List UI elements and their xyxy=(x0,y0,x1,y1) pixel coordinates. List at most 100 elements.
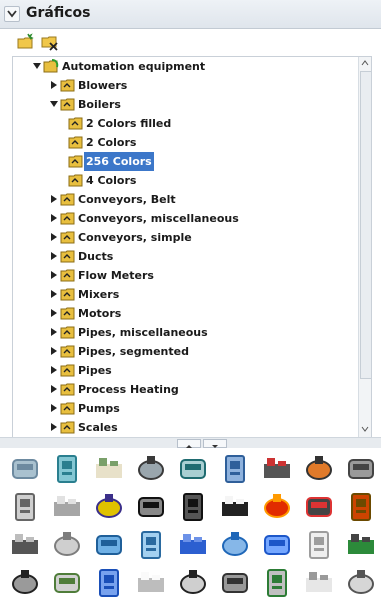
delete-folder-icon xyxy=(41,36,58,51)
heater-black-icon[interactable] xyxy=(176,490,210,524)
graphics-tree[interactable]: Automation equipment Blowers Boilers 2 Col… xyxy=(12,56,372,438)
boiler-gray-icon[interactable] xyxy=(8,452,42,486)
folder-library-icon xyxy=(60,288,75,301)
collapsed-arrow-icon[interactable] xyxy=(50,233,58,241)
chevron-down-icon[interactable] xyxy=(4,6,20,22)
folder-library-icon xyxy=(60,193,75,206)
tree-scrollbar[interactable] xyxy=(358,57,371,437)
collapsed-arrow-icon[interactable] xyxy=(50,195,58,203)
tank-blue-2-icon[interactable] xyxy=(92,528,126,562)
folder-library-icon xyxy=(60,326,75,339)
tree-item-label: Pipes xyxy=(78,364,112,377)
collapsed-arrow-icon[interactable] xyxy=(50,252,58,260)
scroll-up-icon xyxy=(361,60,369,66)
tree-item-label: 4 Colors xyxy=(86,174,137,187)
collapsed-arrow-icon[interactable] xyxy=(50,347,58,355)
boiler-low-blue-icon[interactable] xyxy=(218,528,252,562)
tree-item-label: Ducts xyxy=(78,250,114,263)
tree-item-label: 2 Colors filled xyxy=(86,117,172,130)
folder-library-icon xyxy=(68,117,83,130)
folder-library-icon xyxy=(60,250,75,263)
panel-header[interactable]: Gráficos xyxy=(0,0,381,29)
valve-stack-icon[interactable] xyxy=(260,452,294,486)
boiler-blue-purple-icon[interactable] xyxy=(92,490,126,524)
expanded-arrow-icon xyxy=(33,63,41,69)
collapsed-arrow-icon[interactable] xyxy=(50,290,58,298)
folder-library-icon xyxy=(60,231,75,244)
collapsed-arrow-icon[interactable] xyxy=(50,214,58,222)
cylinder-blue-icon[interactable] xyxy=(92,566,126,600)
pipe-black-icon[interactable] xyxy=(134,490,168,524)
box-gray-icon[interactable] xyxy=(302,528,336,562)
new-folder-button[interactable] xyxy=(16,33,36,51)
splitter-up-button[interactable] xyxy=(177,439,201,448)
tree-item-label: Process Heating xyxy=(78,383,179,396)
folder-library-icon xyxy=(60,383,75,396)
collapsed-arrow-icon[interactable] xyxy=(50,404,58,412)
panel-blue-icon[interactable] xyxy=(260,528,294,562)
boiler-arm-icon[interactable] xyxy=(218,566,252,600)
toolbar xyxy=(0,29,381,55)
tree-item-label: 256 Colors xyxy=(84,152,154,171)
boiler-blue-square-icon[interactable] xyxy=(176,528,210,562)
collapsed-arrow-icon[interactable] xyxy=(50,423,58,431)
delete-folder-button[interactable] xyxy=(40,33,60,51)
boiler-bank-icon[interactable] xyxy=(176,566,210,600)
collapsed-arrow-icon[interactable] xyxy=(50,328,58,336)
folder-library-icon xyxy=(60,212,75,225)
pump-unit-icon[interactable] xyxy=(8,528,42,562)
boiler-blue-icon[interactable] xyxy=(134,528,168,562)
collapsed-arrow-icon[interactable] xyxy=(50,366,58,374)
manifold-boiler-icon[interactable] xyxy=(176,452,210,486)
folder-library-icon xyxy=(68,136,83,149)
column-boiler-icon[interactable] xyxy=(50,528,84,562)
cabinet-dark-icon[interactable] xyxy=(8,566,42,600)
fire-box-orange-icon[interactable] xyxy=(260,490,294,524)
cabinet-beige-icon[interactable] xyxy=(92,452,126,486)
scrollbar-thumb[interactable] xyxy=(360,71,371,379)
folder-library-icon xyxy=(60,307,75,320)
cabinet-white-icon[interactable] xyxy=(134,566,168,600)
valve-green-icon[interactable] xyxy=(260,566,294,600)
burner-red-icon[interactable] xyxy=(302,490,336,524)
board-green-icon[interactable] xyxy=(344,528,378,562)
tree-item-label: 2 Colors xyxy=(86,136,137,149)
box-white-icon[interactable] xyxy=(302,566,336,600)
tank-teal-icon[interactable] xyxy=(50,452,84,486)
furnace-window-icon[interactable] xyxy=(218,490,252,524)
folder-library-icon xyxy=(60,345,75,358)
tree-item-label: Mixers xyxy=(78,288,120,301)
scroll-down-icon xyxy=(361,426,369,432)
tank-blue-icon[interactable] xyxy=(218,452,252,486)
collapsed-arrow-icon[interactable] xyxy=(50,385,58,393)
collapsed-arrow-icon[interactable] xyxy=(50,309,58,317)
flue-icon[interactable] xyxy=(344,452,378,486)
new-folder-icon xyxy=(17,33,34,49)
collapsed-arrow-icon[interactable] xyxy=(50,81,58,89)
tree-item-label: Flow Meters xyxy=(78,269,154,282)
splitter-down-button[interactable] xyxy=(203,439,227,448)
tree-root-label: Automation equipment xyxy=(62,60,206,73)
tree-item-label: Conveyors, miscellaneous xyxy=(78,212,239,225)
folder-library-icon xyxy=(43,59,59,73)
expanded-arrow-icon[interactable] xyxy=(50,100,58,108)
tree-item-label: Pipes, miscellaneous xyxy=(78,326,208,339)
collapsed-arrow-icon[interactable] xyxy=(50,271,58,279)
folder-library-icon xyxy=(60,421,75,434)
folder-library-icon xyxy=(60,98,75,111)
control-panel-icon[interactable] xyxy=(8,490,42,524)
tree-item-label: Scales xyxy=(78,421,118,434)
boiler-green-icon[interactable] xyxy=(50,566,84,600)
panel-title: Gráficos xyxy=(26,5,91,21)
box-shadow-icon[interactable] xyxy=(344,566,378,600)
folder-library-icon xyxy=(60,402,75,415)
hopper-gray-icon[interactable] xyxy=(50,490,84,524)
tree-item-label: Conveyors, simple xyxy=(78,231,192,244)
graphics-gallery xyxy=(0,448,381,601)
folder-library-icon xyxy=(60,79,75,92)
grill-icon[interactable] xyxy=(344,490,378,524)
tree-item-label: Blowers xyxy=(78,79,128,92)
boiler-horizontal-icon[interactable] xyxy=(134,452,168,486)
burner-icon[interactable] xyxy=(302,452,336,486)
tree-item-label: Conveyors, Belt xyxy=(78,193,176,206)
